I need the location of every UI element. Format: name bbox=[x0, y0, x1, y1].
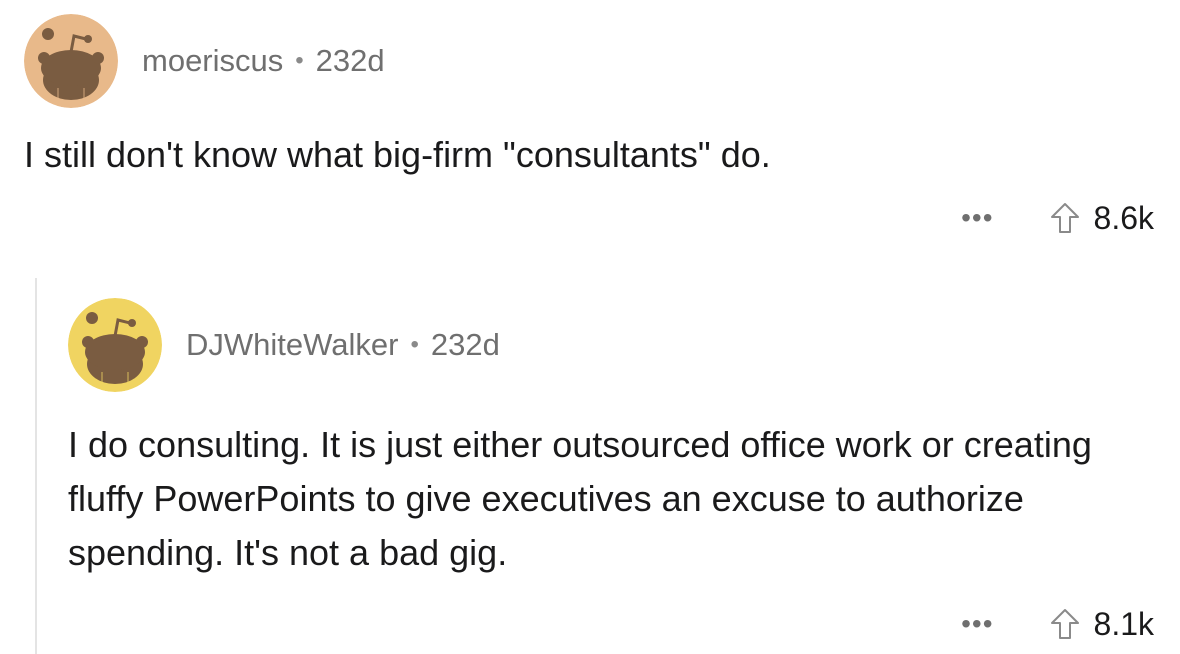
comment: moeriscus • 232d I still don't know what… bbox=[24, 14, 1154, 240]
meta-separator: • bbox=[410, 331, 419, 358]
more-options-button[interactable]: ••• bbox=[961, 610, 993, 638]
more-options-button[interactable]: ••• bbox=[961, 204, 993, 232]
comment-age: 232d bbox=[315, 43, 385, 78]
comment-age: 232d bbox=[430, 327, 500, 362]
vote-score: 8.1k bbox=[1093, 605, 1154, 642]
reddit-snoo-icon bbox=[24, 14, 118, 108]
avatar[interactable] bbox=[68, 298, 162, 392]
comment: DJWhiteWalker • 232d I do consulting. It… bbox=[68, 298, 1154, 646]
comment-body: I do consulting. It is just either outso… bbox=[68, 424, 1092, 573]
upvote-arrow-icon bbox=[1050, 609, 1079, 639]
vote-score: 8.6k bbox=[1093, 199, 1154, 236]
username[interactable]: DJWhiteWalker bbox=[186, 327, 398, 363]
upvote-button[interactable]: 8.6k bbox=[1050, 200, 1154, 237]
comment-actions: ••• 8.6k bbox=[24, 196, 1154, 240]
comment-body: I still don't know what big-firm "consul… bbox=[24, 134, 771, 175]
thread-line[interactable] bbox=[35, 278, 37, 654]
comment-header: moeriscus • 232d bbox=[24, 14, 1154, 108]
reddit-snoo-icon bbox=[68, 298, 162, 392]
comment-actions: ••• 8.1k bbox=[68, 602, 1154, 646]
comment-meta: DJWhiteWalker • 232d bbox=[186, 327, 500, 363]
upvote-button[interactable]: 8.1k bbox=[1050, 606, 1154, 643]
username[interactable]: moeriscus bbox=[142, 43, 283, 79]
upvote-arrow-icon bbox=[1050, 203, 1079, 233]
comment-header: DJWhiteWalker • 232d bbox=[68, 298, 1154, 392]
avatar[interactable] bbox=[24, 14, 118, 108]
comment-meta: moeriscus • 232d bbox=[142, 43, 385, 79]
meta-separator: • bbox=[295, 47, 304, 74]
